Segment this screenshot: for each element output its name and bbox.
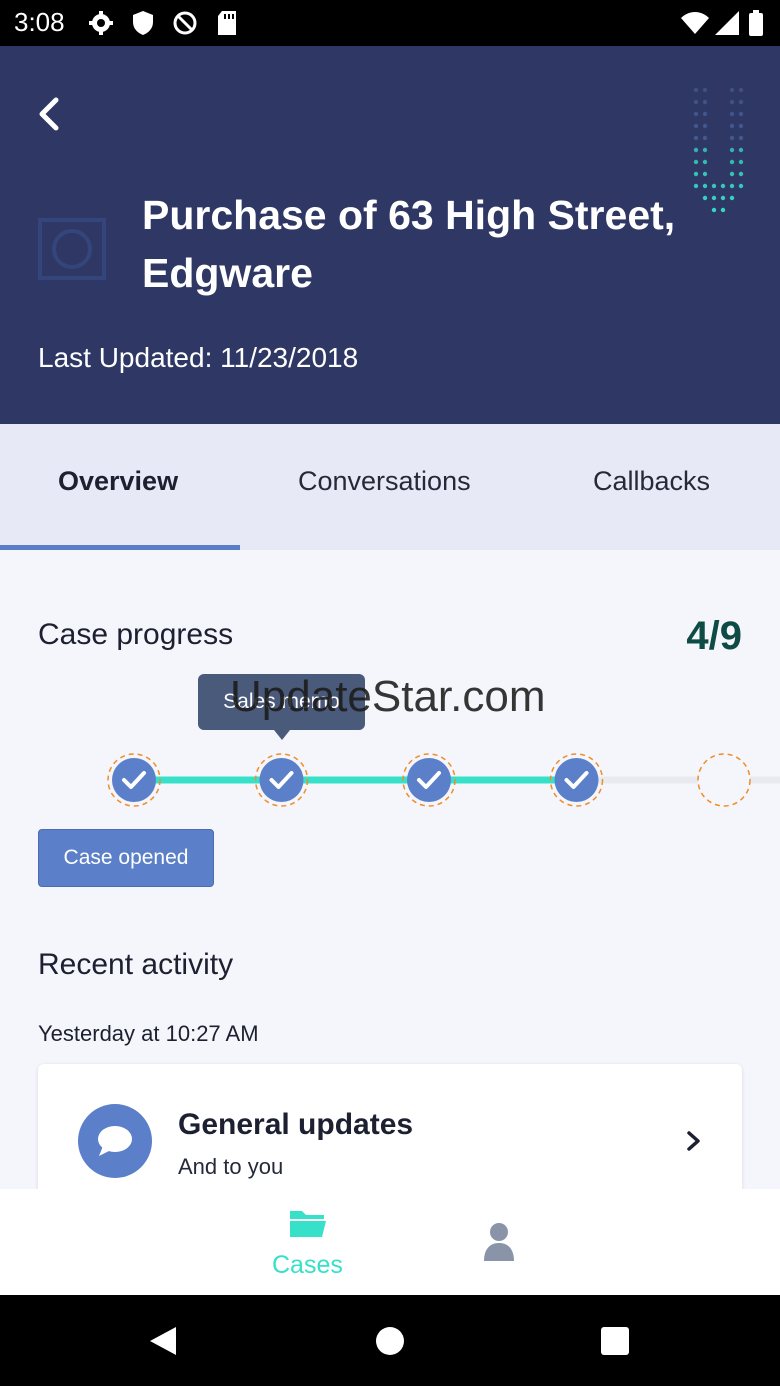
case-progress-count: 4/9 (686, 614, 742, 658)
status-time: 3:08 (14, 7, 65, 37)
status-bar: 3:08 (0, 0, 780, 46)
chat-bubble-icon (78, 1104, 152, 1178)
case-logo-icon (38, 218, 106, 280)
system-recents-icon[interactable] (600, 1326, 630, 1356)
activity-card[interactable]: General updates And to you (38, 1064, 742, 1204)
shield-icon (133, 11, 153, 35)
progress-step-completed[interactable] (402, 753, 456, 807)
back-arrow-icon[interactable] (34, 94, 68, 134)
chevron-right-icon (687, 1131, 700, 1151)
activity-date: Yesterday at 10:27 AM (38, 1021, 259, 1046)
case-progress-track[interactable] (0, 740, 780, 820)
settings-icon (89, 11, 113, 35)
progress-step-completed[interactable] (107, 753, 161, 807)
tab-bar: Overview Conversations Callbacks (0, 424, 780, 550)
tab-overview[interactable]: Overview (58, 466, 178, 497)
system-home-icon[interactable] (375, 1326, 405, 1356)
brand-dots-icon (693, 87, 744, 213)
progress-step-completed[interactable] (254, 753, 309, 807)
last-updated: Last Updated: 11/23/2018 (38, 342, 359, 373)
activity-title: General updates (178, 1108, 414, 1141)
tab-callbacks[interactable]: Callbacks (593, 466, 710, 497)
activity-subtitle: And to you (178, 1154, 284, 1179)
case-header: Purchase of 63 High Street, Edgware Last… (0, 46, 780, 424)
progress-step-completed[interactable] (549, 753, 604, 807)
signal-icon (715, 11, 739, 35)
system-nav-bar (0, 1295, 780, 1386)
case-progress-title: Case progress (38, 618, 234, 651)
nav-cases-label[interactable]: Cases (272, 1251, 343, 1280)
system-back-icon[interactable] (148, 1325, 178, 1357)
progress-step-pending[interactable] (697, 753, 751, 807)
no-disturb-icon (173, 11, 197, 35)
wifi-icon (681, 12, 709, 34)
tooltip-arrow (274, 730, 290, 740)
profile-icon[interactable] (482, 1221, 516, 1263)
sd-card-icon (218, 11, 236, 35)
recent-activity-title: Recent activity (38, 948, 234, 981)
case-title: Purchase of 63 High Street, Edgware (142, 192, 676, 296)
current-step-label[interactable]: Case opened (38, 829, 214, 887)
tab-conversations[interactable]: Conversations (298, 466, 471, 497)
folder-icon[interactable] (288, 1207, 328, 1239)
battery-icon (749, 10, 763, 36)
watermark: UpdateStar.com (230, 672, 546, 721)
bottom-nav: Cases (0, 1189, 780, 1295)
